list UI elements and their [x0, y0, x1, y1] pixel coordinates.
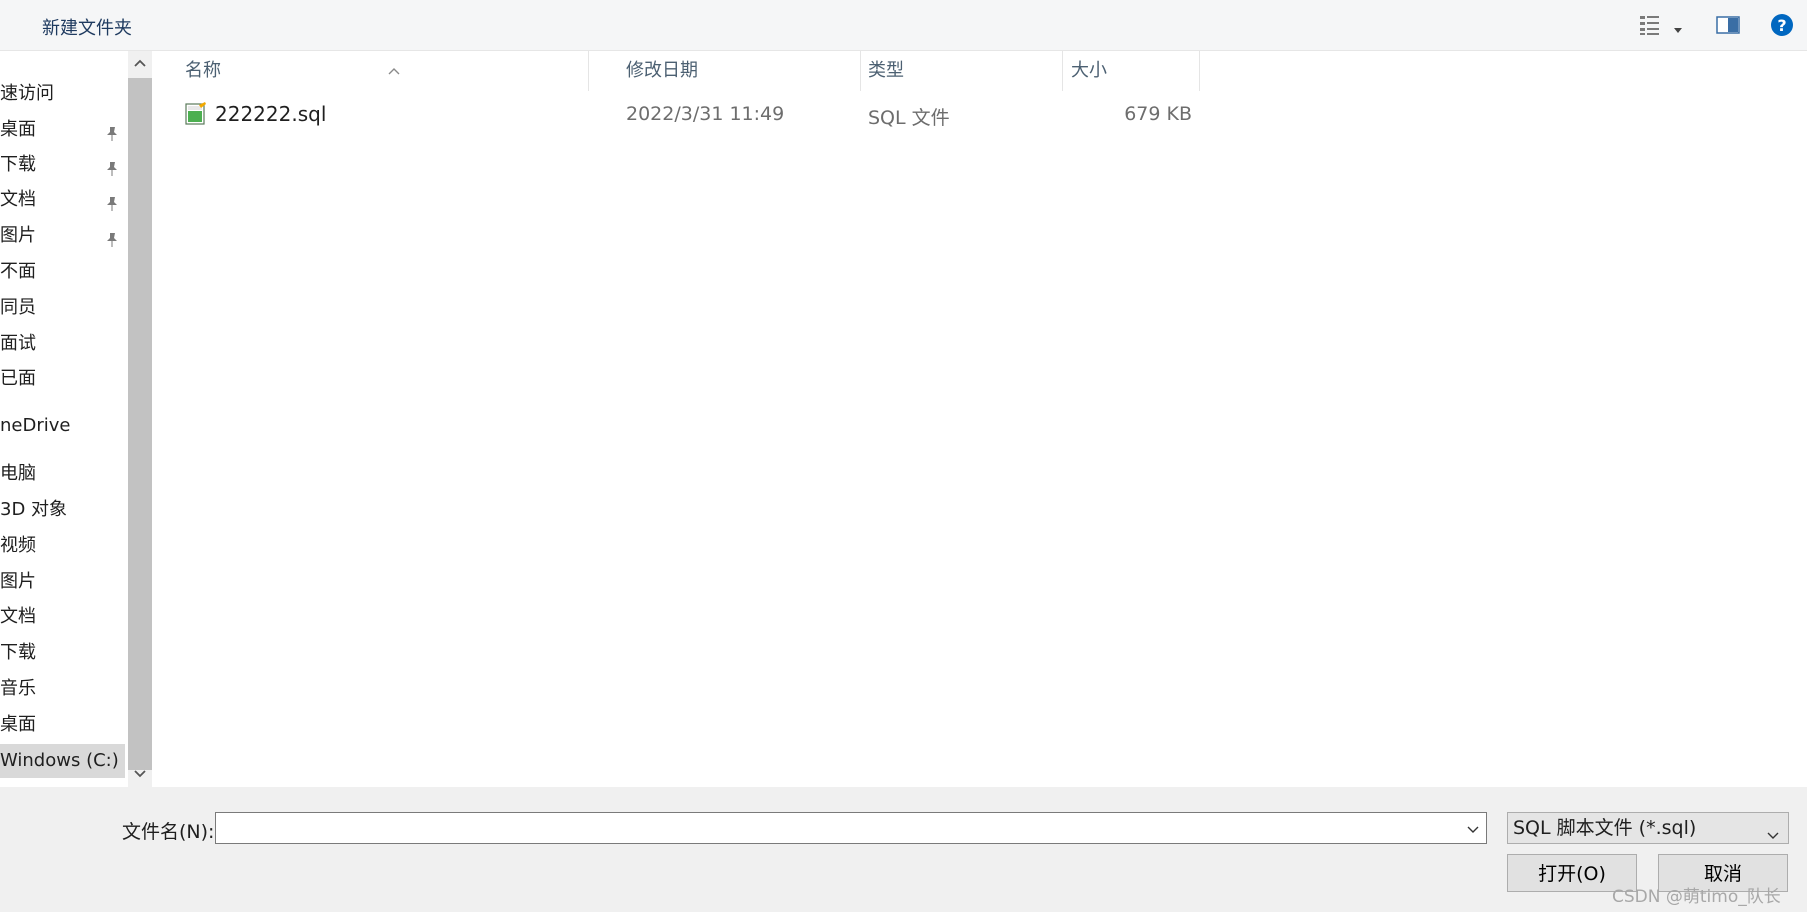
pin-icon [104, 121, 120, 141]
toolbar: 新建文件夹 ? [0, 0, 1807, 51]
sidebar-item-label: 下载 [0, 642, 36, 663]
sidebar-item-pictures-pc[interactable]: 图片 [0, 565, 125, 599]
new-folder-button[interactable]: 新建文件夹 [42, 14, 132, 40]
open-button[interactable]: 打开(O) [1507, 854, 1637, 892]
sort-ascending-icon [387, 51, 401, 75]
sidebar-scrollbar[interactable] [128, 51, 152, 787]
sidebar-item-pictures[interactable]: 图片 [0, 219, 125, 253]
view-dropdown-icon[interactable] [1672, 20, 1684, 33]
sidebar-item-folder[interactable]: 面试 [0, 327, 125, 361]
sidebar-item-label: 图片 [0, 225, 36, 246]
view-list-icon[interactable] [1638, 12, 1664, 38]
column-header-type[interactable]: 类型 [860, 51, 1063, 91]
sidebar-item-label: 同员 [0, 297, 36, 318]
sidebar-item-quick-access[interactable]: 速访问 [0, 77, 125, 111]
pin-icon [104, 191, 120, 211]
file-date: 2022/3/31 11:49 [626, 103, 785, 125]
sidebar-item-label: 已面 [0, 368, 36, 389]
file-type: SQL 文件 [868, 107, 950, 129]
navigation-pane[interactable]: 速访问 桌面 下载 文档 图片 不面 同员 面试 已面 neDrive 电脑 3… [0, 51, 128, 787]
pin-icon [104, 227, 120, 247]
scroll-down-icon[interactable] [128, 761, 152, 787]
sidebar-item-windows-c[interactable]: Windows (C:) [0, 744, 125, 778]
chevron-down-icon[interactable] [1466, 821, 1480, 835]
column-header-label: 类型 [868, 60, 904, 81]
filename-input[interactable] [216, 813, 1458, 843]
file-name: 222222.sql [215, 102, 327, 126]
sidebar-item-label: 桌面 [0, 714, 36, 735]
sidebar-item-label: Windows (C:) [0, 750, 119, 771]
sidebar-item-onedrive[interactable]: neDrive [0, 409, 125, 443]
sidebar-item-label: 文档 [0, 606, 36, 627]
column-header-name[interactable]: 名称 [177, 51, 589, 91]
scrollbar-thumb[interactable] [128, 78, 152, 770]
sidebar-item-label: 文档 [0, 189, 36, 210]
sidebar-item-desktop[interactable]: 桌面 [0, 113, 125, 147]
file-size: 679 KB [1124, 103, 1192, 125]
help-icon[interactable]: ? [1769, 12, 1795, 38]
sidebar-item-label: 桌面 [0, 119, 36, 140]
table-row[interactable]: 222222.sql 2022/3/31 11:49 SQL 文件 679 KB [152, 98, 1202, 132]
sidebar-item-label: 音乐 [0, 678, 36, 699]
column-header-label: 名称 [185, 60, 221, 81]
sidebar-item-label: 3D 对象 [0, 499, 68, 520]
column-header-size[interactable]: 大小 [1063, 51, 1200, 91]
cancel-button[interactable]: 取消 [1658, 854, 1788, 892]
sidebar-item-downloads-pc[interactable]: 下载 [0, 636, 125, 670]
sidebar-item-label: neDrive [0, 415, 71, 436]
sidebar-item-3d-objects[interactable]: 3D 对象 [0, 493, 125, 527]
sidebar-item-label: 电脑 [0, 463, 36, 484]
sidebar-item-folder[interactable]: 不面 [0, 255, 125, 289]
filename-label: 文件名(N): [122, 821, 215, 843]
filetype-select[interactable]: SQL 脚本文件 (*.sql) [1507, 812, 1789, 844]
dialog-footer: 文件名(N): SQL 脚本文件 (*.sql) 打开(O) 取消 CSDN @… [0, 787, 1807, 912]
svg-text:?: ? [1777, 16, 1786, 35]
sidebar-item-videos[interactable]: 视频 [0, 529, 125, 563]
sidebar-item-this-pc[interactable]: 电脑 [0, 457, 125, 491]
scroll-up-icon[interactable] [128, 51, 152, 77]
sidebar-item-downloads[interactable]: 下载 [0, 148, 125, 182]
sidebar-item-music[interactable]: 音乐 [0, 672, 125, 706]
sidebar-item-documents[interactable]: 文档 [0, 183, 125, 217]
sidebar-item-folder[interactable]: 已面 [0, 362, 125, 396]
sidebar-item-label: 面试 [0, 333, 36, 354]
sidebar-item-label: 下载 [0, 154, 36, 175]
pin-icon [104, 156, 120, 176]
chevron-down-icon [1766, 821, 1780, 839]
filetype-value: SQL 脚本文件 (*.sql) [1513, 817, 1697, 839]
sql-file-icon [185, 102, 207, 126]
filename-combobox[interactable] [215, 812, 1487, 844]
file-list[interactable]: 名称 修改日期 类型 大小 222222.sql 2022/3/31 11:49… [152, 51, 1807, 787]
sidebar-item-documents-pc[interactable]: 文档 [0, 600, 125, 634]
preview-pane-icon[interactable] [1715, 12, 1741, 38]
sidebar-item-label: 图片 [0, 571, 36, 592]
sidebar-item-desktop-pc[interactable]: 桌面 [0, 708, 125, 742]
column-header-label: 修改日期 [626, 60, 698, 81]
column-header-label: 大小 [1071, 60, 1107, 81]
sidebar-item-label: 速访问 [0, 83, 54, 104]
sidebar-item-folder[interactable]: 同员 [0, 291, 125, 325]
sidebar-item-label: 不面 [0, 261, 36, 282]
column-header-date[interactable]: 修改日期 [618, 51, 861, 91]
sidebar-item-label: 视频 [0, 535, 36, 556]
